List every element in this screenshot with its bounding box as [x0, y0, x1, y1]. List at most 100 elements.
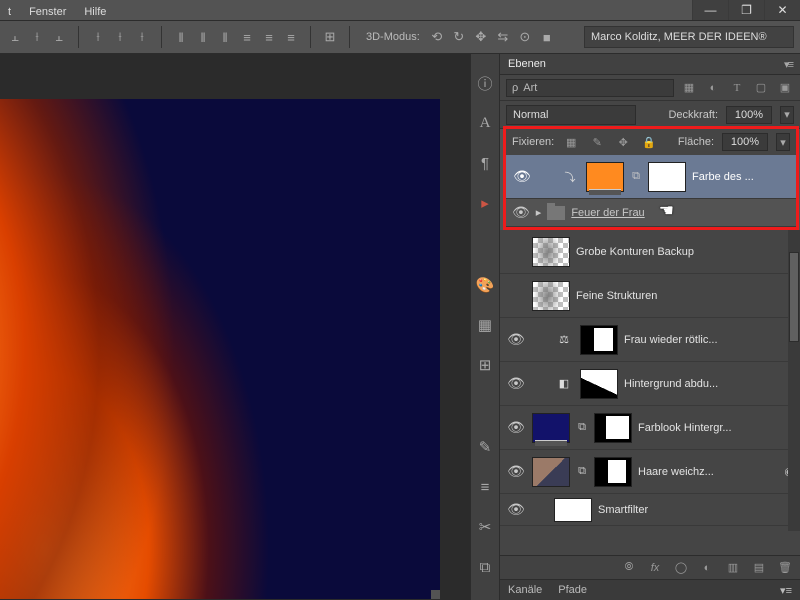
histogram-panel-icon[interactable]: ⊞	[476, 356, 494, 374]
window-close-button[interactable]: ✕	[764, 0, 800, 20]
visibility-toggle[interactable]: 👁	[506, 375, 526, 392]
panel-menu-icon[interactable]: ▾≡	[784, 58, 792, 71]
new-group-icon[interactable]: ▥	[726, 561, 740, 574]
layer-name[interactable]: Frau wieder rötlic...	[624, 334, 718, 346]
layer-row[interactable]: 👁 Smartfilter	[500, 494, 800, 526]
layer-name[interactable]: Feine Strukturen	[576, 290, 657, 302]
layer-thumb-color[interactable]	[532, 413, 570, 443]
tab-kanaele[interactable]: Kanäle	[508, 584, 542, 596]
layer-group-name[interactable]: Feuer der Frau	[571, 207, 644, 219]
dist-v-icon[interactable]: ≡	[238, 28, 256, 46]
layers-panel-tab[interactable]: Ebenen ▾≡	[500, 54, 800, 75]
align-center-icon[interactable]: ⟊	[28, 28, 46, 46]
layer-mask-thumb[interactable]	[594, 413, 632, 443]
layer-row[interactable]: 👁 ◧ Hintergrund abdu...	[500, 362, 800, 406]
layer-name[interactable]: Hintergrund abdu...	[624, 378, 718, 390]
visibility-toggle[interactable]: 👁	[506, 463, 526, 480]
info-panel-icon[interactable]: ⓘ	[476, 74, 494, 92]
dist-h-icon[interactable]: ‖	[172, 28, 190, 46]
layer-mask-thumb[interactable]	[580, 325, 618, 355]
window-maximize-button[interactable]: ❐	[728, 0, 764, 20]
layer-name[interactable]: Farblook Hintergr...	[638, 422, 732, 434]
filter-type-icon[interactable]: T	[728, 79, 746, 97]
3d-slide-icon[interactable]: ⇆	[494, 28, 512, 46]
layer-row[interactable]: 👁 ⧉ Haare weichz... ◉	[500, 450, 800, 494]
menu-cut[interactable]: t	[8, 3, 11, 21]
visibility-toggle[interactable]: 👁	[512, 168, 532, 185]
auto-align-icon[interactable]: ⊞	[321, 28, 339, 46]
fill-field[interactable]: 100%	[722, 133, 768, 151]
lock-image-icon[interactable]: ✎	[588, 133, 606, 151]
visibility-toggle[interactable]: 👁	[506, 419, 526, 436]
panel-collapse-handle[interactable]	[460, 124, 466, 174]
swatches-panel-icon[interactable]: ▦	[476, 316, 494, 334]
layer-name[interactable]: Smartfilter	[598, 504, 648, 516]
3d-pan-icon[interactable]: ✥	[472, 28, 490, 46]
brush-panel-icon[interactable]: ✎	[476, 438, 494, 456]
smartfilter-thumb[interactable]	[554, 498, 592, 522]
layer-row[interactable]: 👁 ⚖ Frau wieder rötlic...	[500, 318, 800, 362]
filter-shape-icon[interactable]: ▢	[752, 79, 770, 97]
mask-link-icon[interactable]: ⧉	[576, 421, 588, 434]
layer-thumb[interactable]	[532, 281, 570, 311]
brush-presets-icon[interactable]: ≡	[476, 478, 494, 496]
menu-hilfe[interactable]: Hilfe	[84, 3, 106, 21]
visibility-toggle[interactable]: 👁	[506, 501, 526, 518]
align-left-icon[interactable]: ⫠	[6, 28, 24, 46]
color-panel-icon[interactable]: 🎨	[476, 276, 494, 294]
align-mid-icon[interactable]: ⟊	[111, 28, 129, 46]
fill-stepper[interactable]: ▾	[776, 133, 790, 151]
scrollbar-thumb[interactable]	[789, 252, 799, 342]
layer-thumb[interactable]	[532, 237, 570, 267]
workspace-switcher[interactable]: Marco Kolditz, MEER DER IDEEN®	[584, 26, 794, 48]
lock-transparency-icon[interactable]: ▦	[562, 133, 580, 151]
opacity-stepper[interactable]: ▾	[780, 106, 794, 124]
dist-vc-icon[interactable]: ≡	[260, 28, 278, 46]
dist-vb-icon[interactable]: ≡	[282, 28, 300, 46]
layer-thumb[interactable]	[532, 457, 570, 487]
window-minimize-button[interactable]: —	[692, 0, 728, 20]
filter-kind-dropdown[interactable]: ρ Art	[506, 79, 674, 97]
blend-mode-dropdown[interactable]: Normal	[506, 105, 636, 125]
layer-row[interactable]: 👁 ⧉ Farblook Hintergr...	[500, 406, 800, 450]
canvas-area[interactable]	[0, 54, 470, 600]
paragraph-panel-icon[interactable]: ¶	[476, 154, 494, 172]
visibility-toggle[interactable]: 👁	[506, 331, 526, 348]
add-mask-icon[interactable]: ◯	[674, 561, 688, 574]
layer-name[interactable]: Farbe des ...	[692, 171, 754, 183]
layer-row[interactable]: Feine Strukturen	[500, 274, 800, 318]
lock-all-icon[interactable]: 🔒	[640, 133, 658, 151]
layer-name[interactable]: Grobe Konturen Backup	[576, 246, 694, 258]
new-layer-icon[interactable]: ▤	[752, 561, 766, 574]
layer-mask-thumb[interactable]	[594, 457, 632, 487]
visibility-toggle[interactable]: 👁	[512, 204, 530, 221]
delete-layer-icon[interactable]: 🗑	[778, 561, 792, 574]
link-layers-icon[interactable]: ⦾	[622, 561, 636, 574]
mask-link-icon[interactable]: ⧉	[630, 170, 642, 183]
tool-presets-icon[interactable]: ✂	[476, 518, 494, 536]
document-canvas[interactable]	[0, 99, 440, 599]
dist-hc-icon[interactable]: ‖	[194, 28, 212, 46]
layer-fx-icon[interactable]: fx	[648, 562, 662, 574]
menu-fenster[interactable]: Fenster	[29, 3, 66, 21]
layer-row[interactable]: Grobe Konturen Backup	[500, 230, 800, 274]
layer-mask-thumb[interactable]	[648, 162, 686, 192]
mask-link-icon[interactable]: ⧉	[576, 465, 588, 478]
chevron-right-icon[interactable]: ▸	[536, 206, 542, 219]
layer-scrollbar[interactable]	[788, 230, 800, 531]
filter-smart-icon[interactable]: ▣	[776, 79, 794, 97]
3d-zoom-icon[interactable]: ⊙	[516, 28, 534, 46]
align-bottom-icon[interactable]: ⟊	[133, 28, 151, 46]
layer-row-selected[interactable]: 👁 ⤵ ⧉ Farbe des ...	[506, 155, 796, 199]
character-panel-icon[interactable]: A	[476, 114, 494, 132]
layer-mask-thumb[interactable]	[580, 369, 618, 399]
clone-source-icon[interactable]: ⧉	[476, 558, 494, 576]
layer-name[interactable]: Haare weichz...	[638, 466, 714, 478]
3d-roll-icon[interactable]: ↻	[450, 28, 468, 46]
3d-cam-icon[interactable]: ■	[538, 28, 556, 46]
align-right-icon[interactable]: ⫠	[50, 28, 68, 46]
tab-pfade[interactable]: Pfade	[558, 584, 587, 596]
dist-hr-icon[interactable]: ‖	[216, 28, 234, 46]
panel-menu-icon[interactable]: ▾≡	[780, 584, 792, 597]
3d-orbit-icon[interactable]: ⟲	[428, 28, 446, 46]
